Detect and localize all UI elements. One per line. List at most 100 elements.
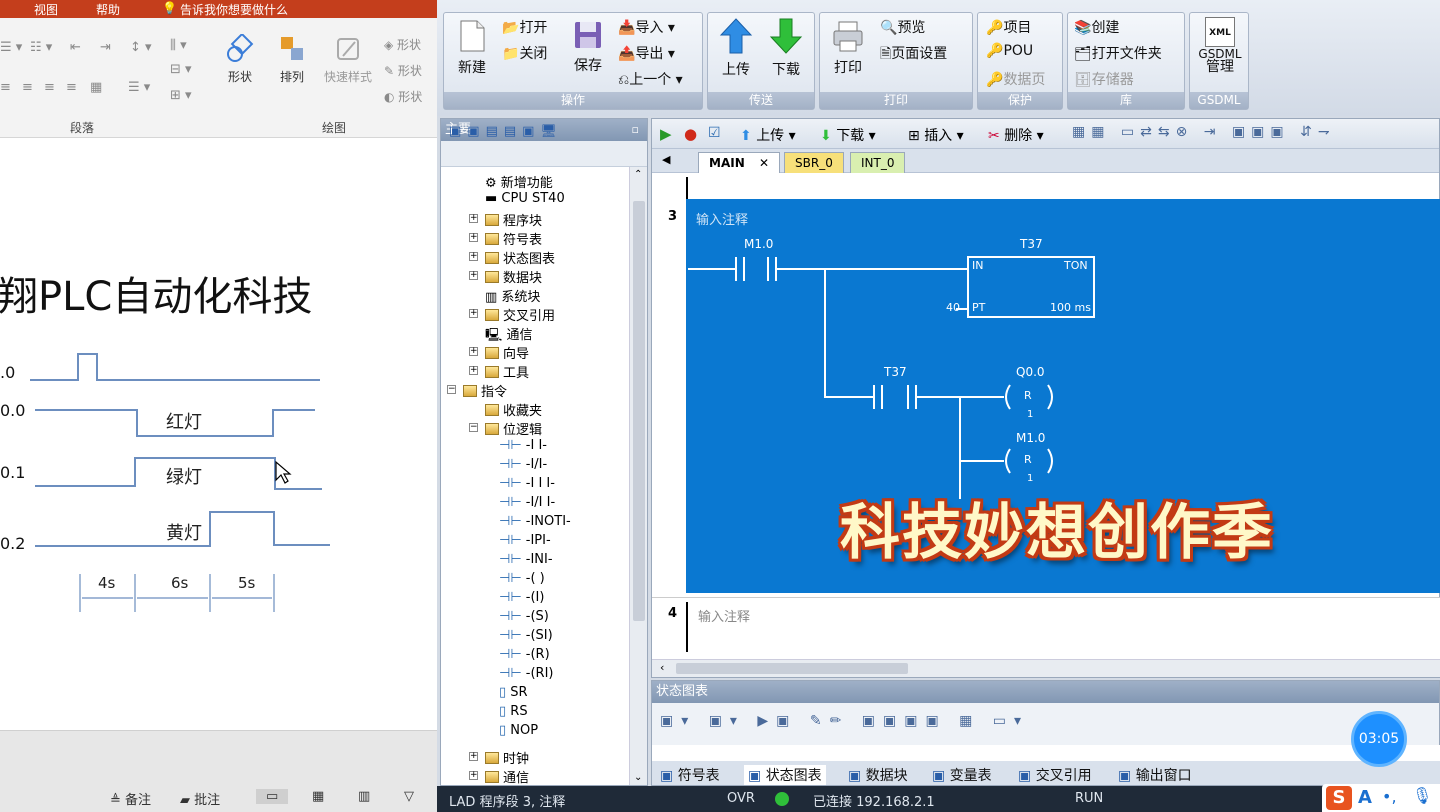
instruction-item[interactable]: ⊣⊢ -( ) <box>499 571 545 586</box>
shape-effects-button[interactable]: ◐ 形状 <box>384 88 422 105</box>
tree-item-data-block[interactable]: 数据块 <box>485 267 542 286</box>
tree-item-program-block[interactable]: 程序块 <box>485 210 542 229</box>
menu-help[interactable]: 帮助 <box>96 1 120 18</box>
tree-item-status-chart[interactable]: 状态图表 <box>485 248 555 267</box>
line-spacing-icon[interactable]: ↕ ▾ <box>130 40 152 55</box>
editor-scroll-thumb[interactable] <box>676 663 908 674</box>
scroll-left-icon[interactable]: ‹ <box>660 661 664 674</box>
expand-icon[interactable]: + <box>469 752 478 761</box>
shape-outline-button[interactable]: ✎ 形状 <box>384 62 422 79</box>
ime-mode-label[interactable]: A <box>1358 787 1372 808</box>
status-chart-toolbar[interactable]: ▣▾ ▣▾ ▶▣ ✎✏ ▣▣▣▣ ▦ ▭▾ <box>660 713 1029 729</box>
bottom-tab[interactable]: ▣ 状态图表 <box>744 765 826 785</box>
align-text-icon[interactable]: ⊟ ▾ <box>170 62 192 77</box>
notes-button[interactable]: ≜ 备注 <box>110 789 151 808</box>
save-button[interactable]: 保存 <box>568 19 608 75</box>
expand-icon[interactable]: + <box>469 233 478 242</box>
indent-decrease-icon[interactable]: ⇤ <box>70 40 81 55</box>
expand-icon[interactable]: + <box>469 214 478 223</box>
collapse-icon[interactable]: − <box>447 385 456 394</box>
tab-close-icon[interactable]: ✕ <box>759 156 769 170</box>
instruction-item[interactable]: ⊣⊢ -I I I- <box>499 476 555 491</box>
tab-scroll-left-icon[interactable]: ◀ <box>662 153 670 166</box>
memory-button[interactable]: 🗄存储器 <box>1074 69 1134 89</box>
reading-view-icon[interactable]: ▥ <box>358 789 370 804</box>
quick-styles-button[interactable]: 快速样式 <box>318 34 378 85</box>
menu-view[interactable]: 视图 <box>34 1 58 18</box>
tree-item-tools[interactable]: 工具 <box>485 362 529 381</box>
microphone-icon[interactable]: 🎙 <box>1412 786 1432 805</box>
download-button[interactable]: 下载 <box>764 17 808 79</box>
expand-icon[interactable]: + <box>469 347 478 356</box>
stop-icon[interactable]: ● <box>684 125 697 143</box>
toolbar-upload-button[interactable]: ⬆ 上传 ▾ <box>740 125 796 145</box>
expand-icon[interactable]: + <box>469 771 478 780</box>
slideshow-icon[interactable]: ▽ <box>404 789 414 804</box>
instruction-item[interactable]: ⊣⊢ -INOTI- <box>499 514 571 529</box>
timer-preset[interactable]: 40 <box>946 301 960 314</box>
smartart-icon[interactable]: ⊞ ▾ <box>170 88 192 103</box>
tree-item-cpu[interactable]: ▬ CPU ST40 <box>485 191 565 206</box>
expand-icon[interactable]: + <box>469 252 478 261</box>
pou-button[interactable]: 🔑POU <box>986 43 1033 59</box>
bottom-tab[interactable]: ▣ 变量表 <box>932 765 992 785</box>
tree-item-system-block[interactable]: ▥ 系统块 <box>485 286 540 305</box>
open-button[interactable]: 📂打开 <box>502 17 547 37</box>
export-button[interactable]: 📤导出 ▾ <box>618 43 675 63</box>
import-button[interactable]: 📥导入 ▾ <box>618 17 675 37</box>
expand-icon[interactable]: + <box>469 271 478 280</box>
tree-item-wizard[interactable]: 向导 <box>485 343 529 362</box>
indent-increase-icon[interactable]: ⇥ <box>100 40 111 55</box>
network-4[interactable]: 4 输入注释 <box>652 597 1440 659</box>
arrange-button[interactable]: 排列 <box>272 34 312 85</box>
expand-icon[interactable]: + <box>469 309 478 318</box>
justify-icon[interactable]: ≡ <box>66 80 77 95</box>
toolbar-more-icons[interactable]: ▦▦ ▭⇄⇆⊗ ⇥ ▣▣▣ ⇵⇁ <box>1072 124 1336 140</box>
instruction-item[interactable]: ⊣⊢ -I/I- <box>499 457 547 472</box>
page-setup-button[interactable]: 🗎页面设置 <box>880 43 947 67</box>
instruction-item[interactable]: ⊣⊢ -IPI- <box>499 533 551 548</box>
close-button[interactable]: 📁关闭 <box>502 43 547 63</box>
pin-icon[interactable]: ▫ <box>632 119 639 141</box>
shape-fill-button[interactable]: ◈ 形状 <box>384 36 421 53</box>
bottom-tab[interactable]: ▣ 数据块 <box>848 765 908 785</box>
shapes-button[interactable]: 形状 <box>220 34 260 85</box>
bottom-tab[interactable]: ▣ 交叉引用 <box>1018 765 1092 785</box>
create-button[interactable]: 📚创建 <box>1074 17 1119 37</box>
status-chart-grid[interactable] <box>652 745 1440 761</box>
tree-item-whats-new[interactable]: ⚙ 新增功能 <box>485 172 553 191</box>
instruction-item[interactable]: ⊣⊢ -(RI) <box>499 666 553 681</box>
preview-button[interactable]: 🔍预览 <box>880 17 925 37</box>
instruction-item[interactable]: ▯ NOP <box>499 723 538 738</box>
recording-timer[interactable]: 03:05 <box>1351 711 1407 767</box>
tree-item-symbol-table[interactable]: 符号表 <box>485 229 542 248</box>
print-button[interactable]: 打印 <box>828 19 868 77</box>
instruction-item[interactable]: ⊣⊢ -I/I I- <box>499 495 555 510</box>
instruction-item[interactable]: ⊣⊢ -I I- <box>499 438 547 453</box>
align-right-icon[interactable]: ≡ <box>44 80 55 95</box>
bottom-tab[interactable]: ▣ 输出窗口 <box>1118 765 1192 785</box>
tree-item-comm-instr[interactable]: 通信 <box>485 767 529 786</box>
tree-toolbar-icons[interactable]: ▣▣▤▤▣🖥 <box>449 124 563 139</box>
tree-item-cross-ref[interactable]: 交叉引用 <box>485 305 555 324</box>
align-left-icon[interactable]: ≡ <box>0 80 11 95</box>
tab-main[interactable]: MAIN ✕ <box>698 152 780 173</box>
sogou-ime-icon[interactable]: S <box>1326 786 1352 810</box>
run-icon[interactable]: ▶ <box>660 125 672 143</box>
data-page-button[interactable]: 🔑数据页 <box>986 69 1045 89</box>
tell-me-search[interactable]: 告诉我你想要做什么 <box>180 1 288 18</box>
editor-hscrollbar[interactable]: ‹ <box>652 659 1440 677</box>
contact-m10[interactable] <box>735 257 777 281</box>
scroll-up-icon[interactable]: ⌃ <box>634 169 642 180</box>
punctuation-icon[interactable]: •, <box>1382 787 1397 806</box>
ime-toolbar[interactable]: S A •, 🎙 <box>1322 784 1440 812</box>
upload-button[interactable]: 上传 <box>714 17 758 79</box>
network-4-comment[interactable]: 输入注释 <box>698 606 750 625</box>
tree-scroll-thumb[interactable] <box>633 201 645 621</box>
instruction-item[interactable]: ⊣⊢ -(I) <box>499 590 544 605</box>
toolbar-delete-button[interactable]: ✂ 删除 ▾ <box>988 125 1044 145</box>
instruction-item[interactable]: ⊣⊢ -(R) <box>499 647 550 662</box>
tree-item-favorites[interactable]: 收藏夹 <box>485 400 542 419</box>
columns-icon[interactable]: ☰ ▾ <box>128 80 150 95</box>
instruction-item[interactable]: ▯ RS <box>499 704 528 719</box>
